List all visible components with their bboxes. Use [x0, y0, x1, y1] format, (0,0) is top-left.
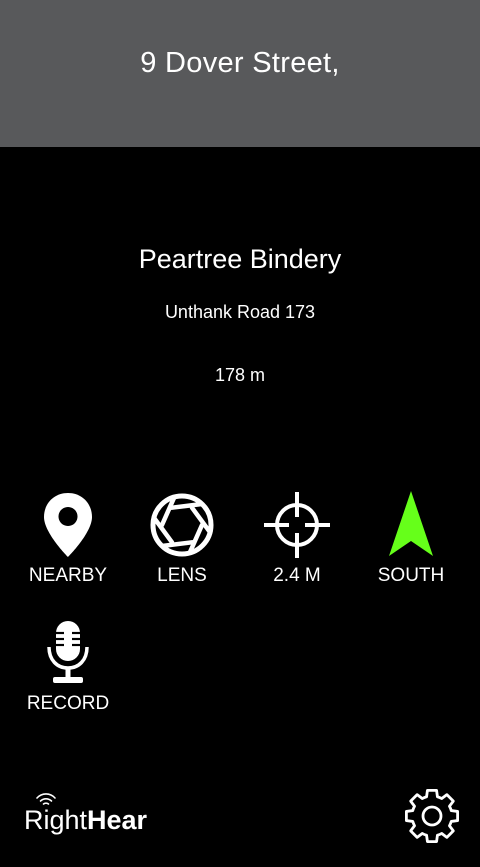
settings-button[interactable] [402, 786, 462, 846]
lens-button[interactable]: LENS [125, 489, 239, 599]
lens-label: LENS [157, 565, 207, 586]
crosshair-icon [240, 489, 354, 561]
range-button[interactable]: 2.4 M [240, 489, 354, 599]
wifi-waves-icon [36, 793, 56, 805]
logo-text: RightHear [24, 805, 147, 836]
record-label: RECORD [26, 693, 110, 714]
current-address: 9 Dover Street, [140, 47, 340, 79]
nearby-label: NEARBY [28, 565, 108, 586]
place-address: Unthank Road 173 [164, 302, 316, 322]
direction-label: SOUTH [377, 565, 445, 586]
address-header: 9 Dover Street, [0, 0, 480, 147]
camera-aperture-icon [125, 489, 239, 561]
place-distance: 178 m [214, 365, 266, 385]
place-name: Peartree Bindery [138, 244, 342, 274]
righthear-logo: RightHear [24, 792, 174, 840]
microphone-icon [11, 617, 125, 689]
direction-arrow-icon [354, 489, 468, 561]
location-pin-icon [11, 489, 125, 561]
logo-text-right: Right [24, 805, 88, 835]
logo-text-hear: Hear [87, 805, 148, 835]
range-label: 2.4 M [273, 565, 321, 586]
record-button[interactable]: RECORD [11, 617, 125, 727]
direction-button[interactable]: SOUTH [354, 489, 468, 599]
gear-icon [405, 789, 459, 843]
nearby-button[interactable]: NEARBY [11, 489, 125, 599]
